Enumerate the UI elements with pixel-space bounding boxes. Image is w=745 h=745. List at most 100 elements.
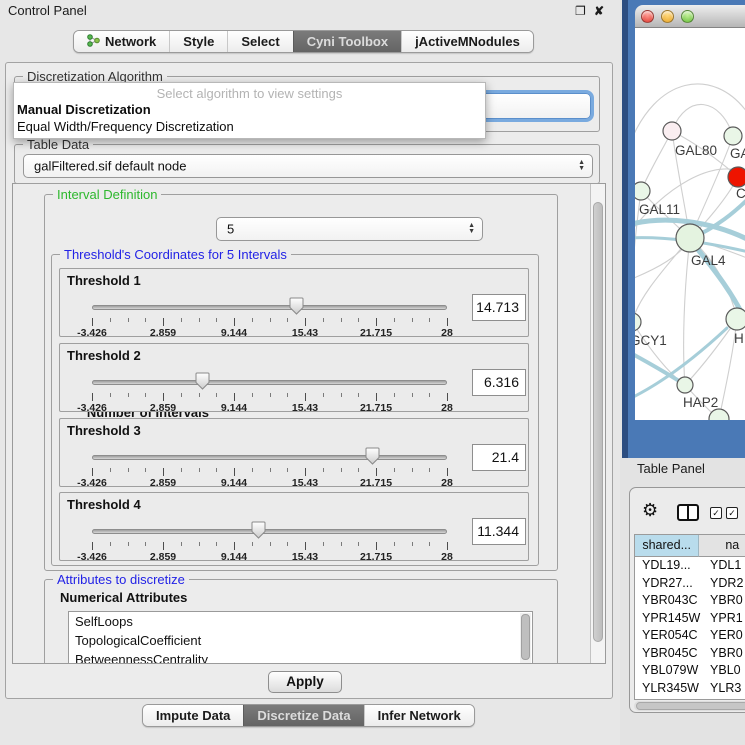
- list-item-topologicalcoefficient[interactable]: TopologicalCoefficient: [69, 631, 532, 650]
- float-window-icon[interactable]: ❐: [575, 4, 586, 18]
- network-node-gal11[interactable]: [635, 182, 650, 200]
- column-header-na[interactable]: na: [699, 535, 745, 557]
- column-header-shared[interactable]: shared...: [635, 535, 699, 557]
- network-node-gcy1[interactable]: [635, 313, 641, 331]
- tick-label: -3.426: [69, 477, 115, 489]
- network-node[interactable]: [709, 409, 729, 420]
- table-row[interactable]: YBL079WYBL0: [635, 662, 745, 680]
- node-label: GAL11: [639, 202, 680, 217]
- tick-label: 28: [424, 477, 470, 489]
- tab-network[interactable]: Network: [74, 31, 169, 52]
- scrollbar-thumb[interactable]: [521, 614, 530, 660]
- slider-tick: [128, 468, 129, 472]
- table-row[interactable]: YDR27...YDR2: [635, 575, 745, 593]
- checkbox-columns-icon[interactable]: ✓: [710, 507, 722, 519]
- threshold-value-field[interactable]: 11.344: [472, 518, 526, 545]
- threshold-value-field[interactable]: 21.4: [472, 444, 526, 471]
- slider-tick: [412, 318, 413, 322]
- table-row[interactable]: YDL19...YDL1: [635, 557, 745, 575]
- spinner-arrows-icon: ▲▼: [578, 160, 585, 172]
- network-canvas[interactable]: GAL80GACGAL11GAL4GCY1HHAP2: [635, 28, 745, 420]
- tab-jactivemnodules[interactable]: jActiveMNodules: [401, 31, 533, 52]
- popup-option-manual-discretization[interactable]: Manual Discretization: [17, 102, 151, 117]
- table-row[interactable]: YER054CYER0: [635, 627, 745, 645]
- node-label: GAL80: [675, 143, 717, 158]
- split-columns-icon[interactable]: [677, 504, 699, 521]
- network-node-c[interactable]: [728, 167, 745, 187]
- table-row[interactable]: YIL052CYIL0: [635, 697, 745, 700]
- tab-select[interactable]: Select: [227, 31, 292, 52]
- attribute-list-scrollbar[interactable]: [520, 613, 531, 664]
- slider-tick: [358, 318, 359, 322]
- slider-tick: [394, 393, 395, 397]
- bottom-tab-bar: Impute DataDiscretize DataInfer Network: [142, 704, 475, 727]
- tab-cyni-toolbox[interactable]: Cyni Toolbox: [293, 31, 401, 52]
- slider-tick: [163, 542, 164, 550]
- attribute-list[interactable]: SelfLoopsTopologicalCoefficientBetweenne…: [68, 611, 533, 664]
- scrollbar-thumb[interactable]: [636, 702, 745, 710]
- tab-label: jActiveMNodules: [415, 34, 520, 49]
- threshold-label: Threshold 1: [67, 273, 141, 288]
- network-window-titlebar[interactable]: [635, 5, 745, 28]
- slider-track[interactable]: [92, 380, 447, 385]
- network-node-h[interactable]: [726, 308, 745, 330]
- slider-thumb[interactable]: [195, 372, 210, 390]
- mac-zoom-icon[interactable]: [681, 10, 694, 23]
- threshold-value-field[interactable]: 6.316: [472, 369, 526, 396]
- network-node-gal80[interactable]: [663, 122, 681, 140]
- slider-thumb[interactable]: [289, 297, 304, 315]
- popup-option-equal-width-frequency-discretization[interactable]: Equal Width/Frequency Discretization: [17, 119, 234, 134]
- apply-button[interactable]: Apply: [268, 671, 342, 693]
- slider-tick: [110, 468, 111, 472]
- table-data-combobox[interactable]: galFiltered.sif default node ▲▼: [23, 154, 593, 178]
- node-label: GCY1: [635, 333, 667, 348]
- tick-label: 15.43: [282, 327, 328, 339]
- slider-track[interactable]: [92, 529, 447, 534]
- slider-tick: [163, 318, 164, 326]
- horizontal-scrollbar[interactable]: [634, 701, 745, 711]
- network-node-hap2[interactable]: [677, 377, 693, 393]
- slider-tick: [270, 542, 271, 546]
- mac-close-icon[interactable]: [641, 10, 654, 23]
- close-icon[interactable]: ✘: [594, 4, 604, 18]
- tab-impute-data[interactable]: Impute Data: [143, 705, 243, 726]
- threshold-panel-4: Threshold 4-3.4262.8599.14415.4321.71528…: [59, 492, 529, 561]
- node-label: GA: [730, 146, 745, 161]
- slider-tick: [358, 393, 359, 397]
- tick-label: 2.859: [140, 402, 186, 414]
- vertical-scrollbar[interactable]: [590, 184, 605, 663]
- table-cell: YBR045C: [635, 645, 701, 663]
- attributes-group-label: Attributes to discretize: [53, 572, 189, 587]
- tab-label: Network: [105, 34, 156, 49]
- slider-tick: [305, 393, 306, 401]
- node-table[interactable]: shared...na YDL19...YDL1YDR27...YDR2YBR0…: [634, 534, 745, 700]
- spinner-arrows-icon: ▲▼: [468, 223, 475, 235]
- threshold-value-field[interactable]: 14.713: [472, 294, 526, 321]
- tick-label: 21.715: [353, 477, 399, 489]
- scrollbar-thumb[interactable]: [593, 202, 603, 642]
- slider-thumb[interactable]: [251, 521, 266, 539]
- gear-icon[interactable]: ⚙: [642, 500, 658, 521]
- mac-minimize-icon[interactable]: [661, 10, 674, 23]
- table-row[interactable]: YBR045CYBR0: [635, 645, 745, 663]
- table-row[interactable]: YBR043CYBR0: [635, 592, 745, 610]
- checkbox-columns-icon[interactable]: ✓: [726, 507, 738, 519]
- tick-label: 28: [424, 327, 470, 339]
- tab-discretize-data[interactable]: Discretize Data: [243, 705, 363, 726]
- settings-scrollpane: Interval Definition Number of Intervals …: [12, 183, 606, 664]
- list-item-betweennesscentrality[interactable]: BetweennessCentrality: [69, 650, 532, 664]
- slider-thumb[interactable]: [365, 447, 380, 465]
- table-row[interactable]: YPR145WYPR1: [635, 610, 745, 628]
- tab-style[interactable]: Style: [169, 31, 227, 52]
- list-item-selfloops[interactable]: SelfLoops: [69, 612, 532, 631]
- network-node-ga[interactable]: [724, 127, 742, 145]
- slider-track[interactable]: [92, 305, 447, 310]
- network-node-gal4[interactable]: [676, 224, 704, 252]
- tab-infer-network[interactable]: Infer Network: [364, 705, 474, 726]
- table-row[interactable]: YLR345WYLR3: [635, 680, 745, 698]
- tick-label: 21.715: [353, 551, 399, 563]
- num-intervals-combobox[interactable]: 5 ▲▼: [216, 217, 483, 241]
- network-edge: [635, 322, 685, 385]
- slider-track[interactable]: [92, 455, 447, 460]
- tick-label: 2.859: [140, 551, 186, 563]
